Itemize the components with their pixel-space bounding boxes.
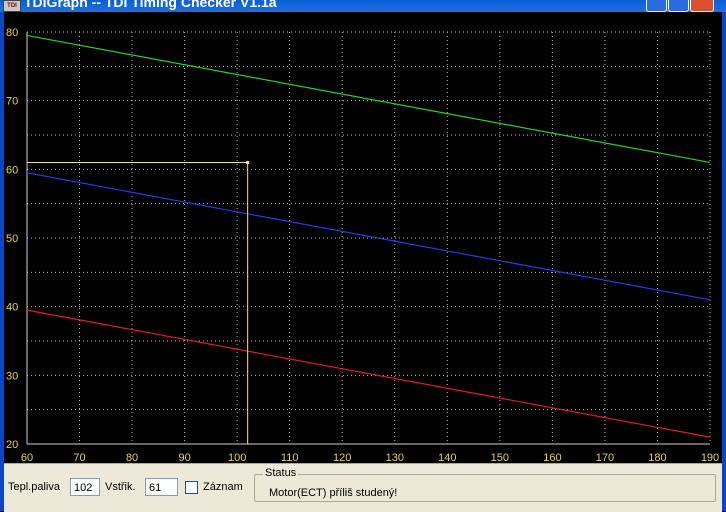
- y-tick-label: 20: [6, 439, 18, 451]
- cursor-marker: [246, 160, 250, 164]
- maximize-button[interactable]: [668, 0, 689, 12]
- window-frame-right: [722, 12, 726, 511]
- x-tick-label: 170: [596, 452, 614, 463]
- x-tick-label: 160: [543, 452, 561, 463]
- client-area: 60 70 80 90 100 110 120 130 140 150 160 170 180 190 8…: [4, 12, 722, 511]
- fuel-temp-label: Tepl.paliva: [8, 481, 60, 493]
- y-tick-label: 40: [6, 302, 18, 314]
- window-frame-left: [0, 12, 4, 511]
- x-tick-label: 140: [438, 452, 456, 463]
- y-tick-label: 70: [6, 96, 18, 108]
- status-message: Motor(ECT) příliš studený!: [269, 487, 398, 499]
- x-tick-label: 180: [648, 452, 666, 463]
- record-label[interactable]: Záznam: [203, 481, 243, 493]
- y-tick-label: 80: [6, 27, 18, 39]
- x-tick-label: 190: [701, 452, 719, 463]
- injection-field[interactable]: 61: [145, 478, 178, 496]
- x-tick-label: 100: [228, 452, 246, 463]
- x-tick-label: 110: [281, 452, 299, 463]
- window-title: TDIGraph -- TDI Timing Checker V1.1a: [24, 0, 277, 10]
- x-tick-label: 60: [21, 452, 33, 463]
- control-panel: Tepl.paliva 102 Vstřik. 61 Záznam Status…: [4, 463, 722, 512]
- x-tick-label: 80: [126, 452, 138, 463]
- injection-label: Vstřik.: [105, 481, 136, 493]
- y-tick-label: 30: [6, 370, 18, 382]
- y-tick-label: 60: [6, 164, 18, 176]
- x-tick-label: 90: [178, 452, 190, 463]
- status-title: Status: [263, 467, 299, 479]
- record-checkbox[interactable]: [185, 481, 198, 494]
- fuel-temp-field[interactable]: 102: [70, 478, 100, 496]
- close-button[interactable]: [690, 0, 714, 12]
- title-bar[interactable]: TDI TDIGraph -- TDI Timing Checker V1.1a: [0, 0, 726, 12]
- minimize-button[interactable]: [646, 0, 667, 12]
- timing-chart: 60 70 80 90 100 110 120 130 140 150 160 170 180 190 8…: [4, 12, 722, 463]
- y-tick-label: 50: [6, 233, 18, 245]
- x-tick-label: 120: [333, 452, 351, 463]
- app-icon[interactable]: TDI: [3, 0, 21, 12]
- x-tick-label: 70: [73, 452, 85, 463]
- x-tick-label: 150: [491, 452, 509, 463]
- x-tick-label: 130: [386, 452, 404, 463]
- status-group: Status Motor(ECT) příliš studený!: [254, 467, 716, 502]
